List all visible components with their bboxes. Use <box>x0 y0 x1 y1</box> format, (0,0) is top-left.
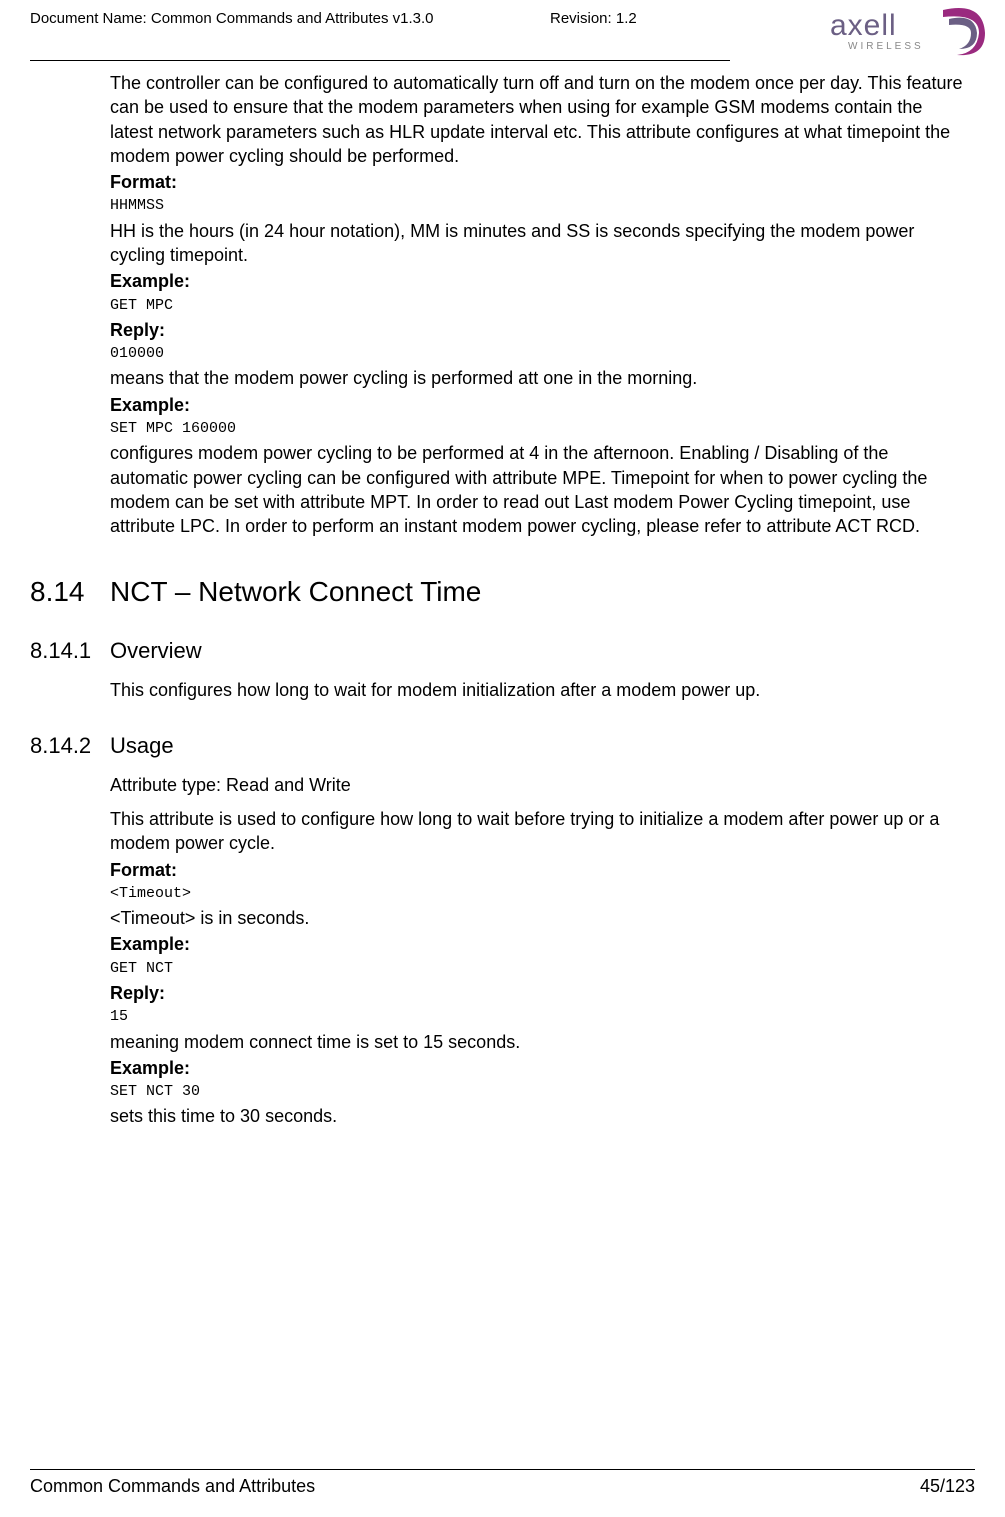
section-8-14-1-heading: 8.14.1 Overview <box>30 638 975 664</box>
page: Document Name: Common Commands and Attri… <box>0 0 1005 1517</box>
example2-explanation: configures modem power cycling to be per… <box>110 441 965 538</box>
section-8-14-heading: 8.14 NCT – Network Connect Time <box>30 576 975 608</box>
header: Document Name: Common Commands and Attri… <box>30 10 975 60</box>
header-rule <box>30 60 730 61</box>
format-value: <Timeout> <box>110 884 965 904</box>
reply1-value: 15 <box>110 1007 965 1027</box>
subsection-number: 8.14.1 <box>30 638 110 664</box>
usage-description: This attribute is used to configure how … <box>110 807 965 856</box>
section-number: 8.14 <box>30 576 110 608</box>
format-explanation: <Timeout> is in seconds. <box>110 906 965 930</box>
reply1-value: 010000 <box>110 344 965 364</box>
attribute-type: Attribute type: Read and Write <box>110 773 965 797</box>
reply1-explanation: means that the modem power cycling is pe… <box>110 366 965 390</box>
section-8-14-2-heading: 8.14.2 Usage <box>30 733 975 759</box>
logo: axell WIRELESS <box>830 5 990 60</box>
format-label: Format: <box>110 858 965 882</box>
example2-command: SET NCT 30 <box>110 1082 965 1102</box>
example-label: Example: <box>110 269 965 293</box>
intro-paragraph: The controller can be configured to auto… <box>110 71 965 168</box>
footer: Common Commands and Attributes 45/123 <box>30 1469 975 1497</box>
overview-text: This configures how long to wait for mod… <box>110 678 965 702</box>
logo-subtext: WIRELESS <box>848 41 924 52</box>
footer-page-number: 45/123 <box>920 1476 975 1497</box>
revision: Revision: 1.2 <box>550 10 637 27</box>
example2-explanation: sets this time to 30 seconds. <box>110 1104 965 1128</box>
reply-label: Reply: <box>110 318 965 342</box>
content-block-1: The controller can be configured to auto… <box>110 71 965 538</box>
format-explanation: HH is the hours (in 24 hour notation), M… <box>110 219 965 268</box>
doc-name: Document Name: Common Commands and Attri… <box>30 10 434 27</box>
reply1-explanation: meaning modem connect time is set to 15 … <box>110 1030 965 1054</box>
example1-command: GET MPC <box>110 296 965 316</box>
logo-text: axell <box>830 9 897 43</box>
section-title: NCT – Network Connect Time <box>110 576 481 608</box>
reply-label: Reply: <box>110 981 965 1005</box>
footer-left: Common Commands and Attributes <box>30 1476 315 1497</box>
example-label: Example: <box>110 932 965 956</box>
content-block-8-14-1: This configures how long to wait for mod… <box>110 678 965 702</box>
content-block-8-14-2: Attribute type: Read and Write This attr… <box>110 773 965 1129</box>
example1-command: GET NCT <box>110 959 965 979</box>
subsection-title: Overview <box>110 638 202 664</box>
logo-swirl-icon <box>935 5 990 60</box>
example2-command: SET MPC 160000 <box>110 419 965 439</box>
example-label-2: Example: <box>110 1056 965 1080</box>
example-label-2: Example: <box>110 393 965 417</box>
subsection-title: Usage <box>110 733 174 759</box>
subsection-number: 8.14.2 <box>30 733 110 759</box>
format-value: HHMMSS <box>110 196 965 216</box>
footer-rule <box>30 1469 975 1470</box>
format-label: Format: <box>110 170 965 194</box>
